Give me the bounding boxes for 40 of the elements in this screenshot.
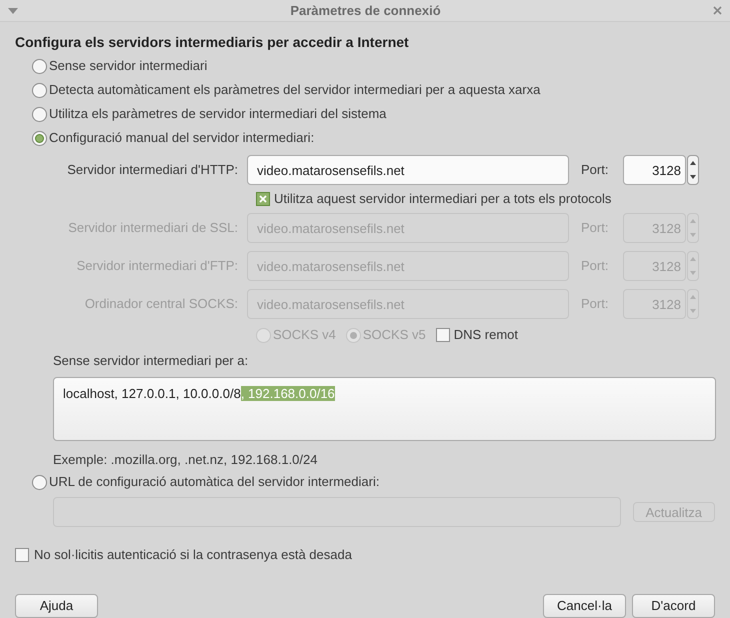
window-title: Paràmetres de connexió	[289, 2, 442, 20]
radio-label: URL de configuració automàtica del servidor intermediari:	[49, 473, 380, 492]
checkbox-label: Utilitza aquest servidor intermediari per a tots els protocols	[274, 190, 612, 208]
checkbox[interactable]	[15, 548, 29, 562]
no-proxy-text: localhost, 127.0.0.1, 10.0.0.0/8	[63, 386, 241, 400]
section-heading: Configura els servidors intermediaris per accedir a Internet	[15, 33, 410, 52]
radio-label: Utilitza els paràmetres de servidor intermediari del sistema	[49, 105, 386, 124]
host-field[interactable]: video.matarosensefils.net	[247, 155, 569, 185]
no-proxy-field[interactable]: localhost, 127.0.0.1, 10.0.0.0/8, 192.168.0.0/16	[53, 376, 716, 440]
menu-arrow-icon[interactable]	[8, 6, 18, 14]
checkbox-label: No sol·licitis autenticació si la contrasenya està desada	[34, 546, 352, 564]
radio-label: SOCKS v4	[273, 326, 336, 344]
cancel-button[interactable]: Cancel·la	[543, 594, 626, 618]
ok-button[interactable]: D'acord	[632, 594, 715, 618]
no-proxy-label: Sense servidor intermediari per a:	[53, 352, 250, 370]
proxy-label: Servidor intermediari d'HTTP:	[66, 161, 239, 180]
spinner-arrows-icon[interactable]	[687, 155, 699, 185]
port-label: Port:	[580, 257, 610, 276]
selected-text: , 192.168.0.0/16	[240, 386, 335, 400]
radio-button[interactable]	[32, 82, 47, 98]
proxy-label: Servidor intermediari de SSL:	[67, 219, 239, 238]
checkbox-label: DNS remot	[454, 326, 518, 344]
example-text: Exemple: .mozilla.org, .net.nz, 192.168.1.0/24	[53, 450, 318, 469]
checkbox[interactable]	[436, 328, 450, 342]
radio-button[interactable]	[32, 106, 47, 122]
proxy-label: Ordinador central SOCKS:	[84, 295, 239, 314]
radio-label: Configuració manual del servidor intermediari:	[49, 129, 314, 148]
radio-button[interactable]	[32, 58, 47, 74]
help-button[interactable]: Ajuda	[15, 594, 98, 618]
radio-button[interactable]	[32, 130, 47, 146]
port-label: Port:	[580, 161, 610, 180]
radio-label: SOCKS v5	[362, 326, 426, 344]
port-field[interactable]: 3128	[623, 155, 686, 185]
checkbox[interactable]	[256, 192, 270, 206]
port-label: Port:	[580, 295, 610, 314]
close-icon[interactable]	[713, 6, 722, 15]
radio-label: Detecta automàticament els paràmetres del servidor intermediari per a aquesta xarxa	[49, 81, 540, 100]
port-label: Port:	[580, 219, 610, 238]
proxy-label: Servidor intermediari d'FTP:	[76, 257, 239, 276]
radio-label: Sense servidor intermediari	[49, 57, 208, 76]
